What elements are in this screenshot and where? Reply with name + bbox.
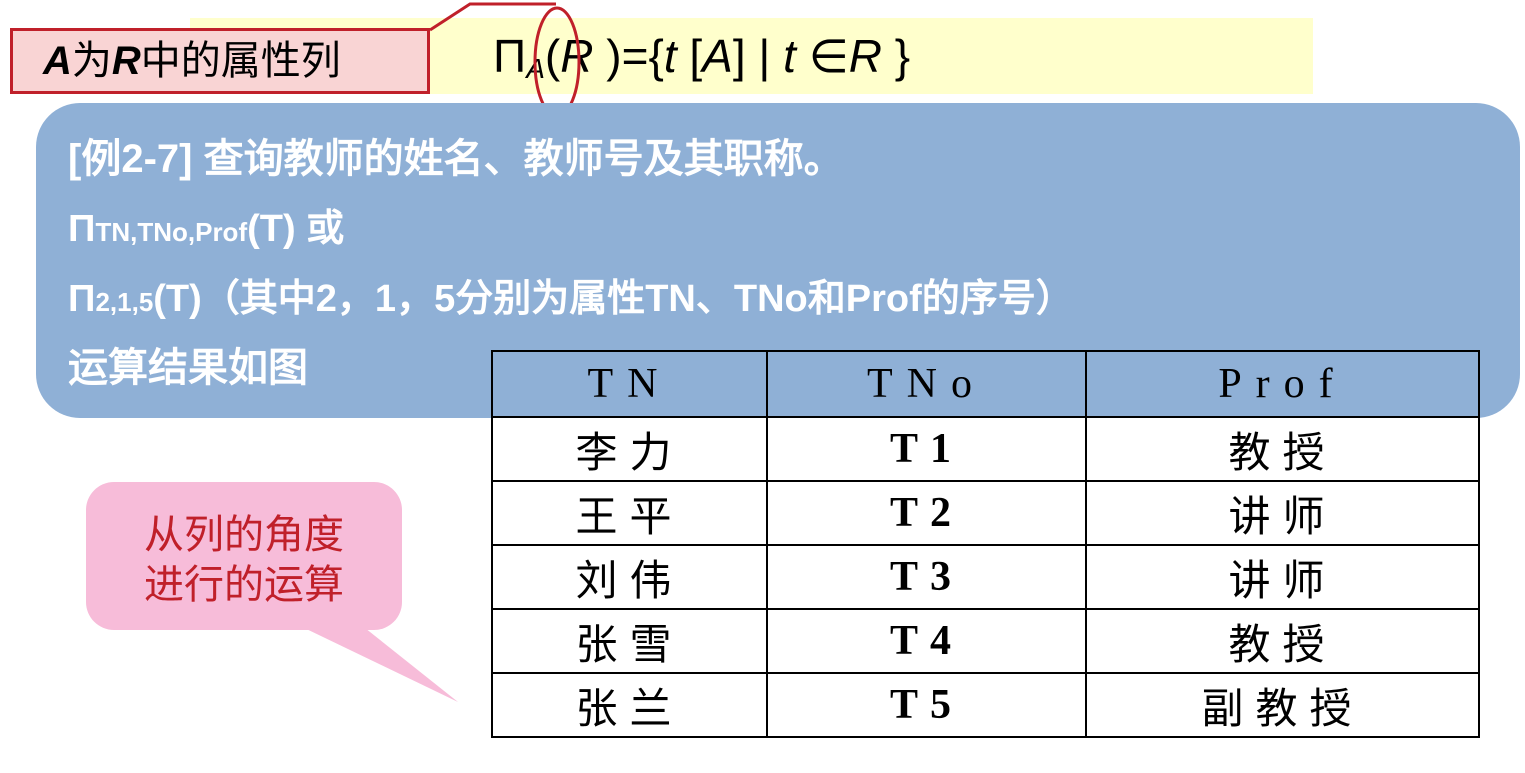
callout-tail-shape [296, 624, 458, 702]
cell-tno: T4 [766, 608, 1087, 674]
cell-prof: 教授 [1085, 416, 1480, 482]
cell-prof: 讲师 [1085, 480, 1480, 546]
table-row: 张兰 T5 副教授 [491, 672, 1480, 738]
callout-text: 从列的角度 进行的运算 [86, 510, 402, 610]
cell-tno: T3 [766, 544, 1087, 610]
example-result-caption: 运算结果如图 [68, 346, 308, 390]
cell-tn: 王平 [491, 480, 768, 546]
column-header-prof: Prof [1085, 350, 1480, 418]
table-row: 李力 T1 教授 [491, 416, 1480, 482]
cell-tno: T2 [766, 480, 1087, 546]
example-title: [例2-7] 查询教师的姓名、教师号及其职称。 [68, 137, 844, 181]
cell-prof: 讲师 [1085, 544, 1480, 610]
column-header-tno: TNo [766, 350, 1087, 418]
cell-tno: T5 [766, 672, 1087, 738]
callout-line-2: 进行的运算 [144, 563, 344, 607]
column-header-tn: TN [491, 350, 768, 418]
cell-tn: 张兰 [491, 672, 768, 738]
projection-formula: ΠA(R )={t [A] | t ∈R } [493, 30, 911, 84]
cell-tn: 李力 [491, 416, 768, 482]
table-row: 王平 T2 讲师 [491, 480, 1480, 546]
table-row: 张雪 T4 教授 [491, 608, 1480, 674]
result-table: TN TNo Prof 李力 T1 教授 王平 T2 讲师 刘伟 T3 讲师 张… [491, 350, 1480, 738]
cell-tn: 刘伟 [491, 544, 768, 610]
example-expr-names: ΠTN,TNo,Prof(T) 或 [68, 208, 345, 250]
attribute-annotation: A为R中的属性列 [10, 28, 430, 94]
callout-line-1: 从列的角度 [144, 513, 344, 557]
cell-tn: 张雪 [491, 608, 768, 674]
cell-tno: T1 [766, 416, 1087, 482]
table-header-row: TN TNo Prof [491, 350, 1480, 418]
cell-prof: 副教授 [1085, 672, 1480, 738]
cell-prof: 教授 [1085, 608, 1480, 674]
example-expr-indices: Π2,1,5(T)（其中2，1，5分别为属性TN、TNo和Prof的序号） [68, 278, 1074, 320]
table-row: 刘伟 T3 讲师 [491, 544, 1480, 610]
